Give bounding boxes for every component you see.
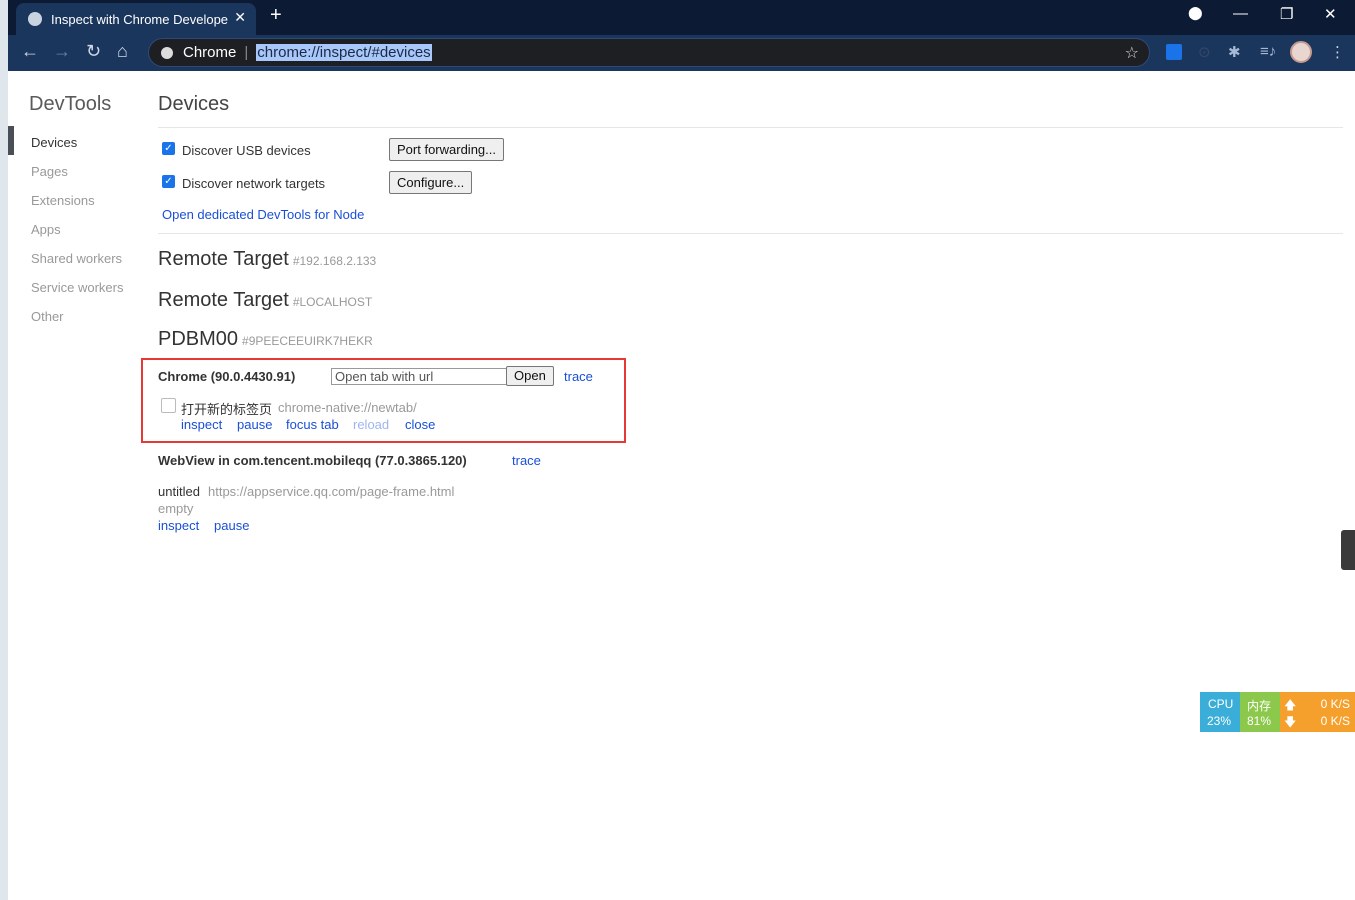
media-icon[interactable]: ≡♪ <box>1260 43 1276 60</box>
bookmark-star-icon[interactable]: ☆ <box>1125 43 1139 63</box>
sidebar-item-extensions[interactable]: Extensions <box>31 193 95 208</box>
side-handle[interactable] <box>1341 530 1355 570</box>
tab-inspect[interactable]: Inspect with Chrome Develope ✕ <box>16 3 256 35</box>
forward-icon[interactable]: → <box>53 41 71 62</box>
close-window-button[interactable]: ✕ <box>1324 5 1337 23</box>
network-checkbox[interactable]: ✓ <box>162 175 175 188</box>
url-text[interactable]: chrome://inspect/#devices <box>256 44 432 61</box>
usb-label: Discover USB devices <box>182 143 311 158</box>
reload-icon[interactable]: ↻ <box>86 41 101 62</box>
device-pdbm00: PDBM00 #9PEECEEUIRK7HEKR <box>158 328 373 350</box>
memory-meter: 内存 81% <box>1240 692 1280 732</box>
divider <box>158 127 1343 128</box>
reload-link[interactable]: reload <box>353 417 389 432</box>
node-devtools-link[interactable]: Open dedicated DevTools for Node <box>162 207 364 222</box>
system-monitor-widget[interactable]: CPU 23% 内存 81% 🡅 0 K/S 🡇 0 K/S <box>1200 692 1355 732</box>
pause-link[interactable]: pause <box>237 417 272 432</box>
sidebar-item-pages[interactable]: Pages <box>31 164 68 179</box>
download-icon: 🡇 <box>1284 715 1297 729</box>
chrome-icon <box>161 46 173 59</box>
sidebar-item-other[interactable]: Other <box>31 309 64 324</box>
tab-title: Inspect with Chrome Develope <box>51 11 229 27</box>
sidebar-title: DevTools <box>29 93 112 115</box>
network-meter: 🡅 0 K/S 🡇 0 K/S <box>1280 692 1355 732</box>
restore-button[interactable]: ❐ <box>1280 5 1293 23</box>
extension-disabled-icon[interactable]: ⊙ <box>1198 43 1211 61</box>
extension-icon[interactable] <box>1166 44 1182 60</box>
sidebar-item-devices[interactable]: Devices <box>31 135 77 150</box>
network-label: Discover network targets <box>182 176 326 191</box>
webview-inspect-link[interactable]: inspect <box>158 518 199 533</box>
avatar[interactable] <box>1290 41 1312 63</box>
tab-search-icon[interactable]: ⬤ <box>1188 5 1203 21</box>
tab-bar: Inspect with Chrome Develope ✕ + ⬤ — ❐ ✕ <box>8 0 1355 35</box>
configure-button[interactable]: Configure... <box>389 171 473 194</box>
home-icon[interactable]: ⌂ <box>117 41 128 62</box>
selection-indicator <box>8 126 14 155</box>
toolbar: ← → ↻ ⌂ Chrome | chrome://inspect/#devices… <box>8 35 1355 71</box>
browser-window: Inspect with Chrome Develope ✕ + ⬤ — ❐ ✕ … <box>8 0 1355 900</box>
remote-target: Remote Target #192.168.2.133 <box>158 248 377 270</box>
port-forwarding-button[interactable]: Port forwarding... <box>389 138 504 161</box>
open-tab-url-input[interactable]: Open tab with url <box>331 368 507 385</box>
focus-tab-link[interactable]: focus tab <box>286 417 339 432</box>
close-tab-icon[interactable]: ✕ <box>234 9 246 26</box>
page-title: Devices <box>158 93 230 115</box>
usb-checkbox[interactable]: ✓ <box>162 142 175 155</box>
divider <box>158 233 1343 234</box>
page-url: chrome-native://newtab/ <box>278 400 417 415</box>
trace-link[interactable]: trace <box>564 369 593 384</box>
minimize-button[interactable]: — <box>1233 5 1248 22</box>
sidebar-item-apps[interactable]: Apps <box>31 222 61 237</box>
inspect-link[interactable]: inspect <box>181 417 222 432</box>
webview-page-title: untitled <box>158 484 200 499</box>
cpu-meter: CPU 23% <box>1200 692 1240 732</box>
site-chip: Chrome <box>183 44 237 61</box>
globe-icon <box>28 12 42 26</box>
open-button[interactable]: Open <box>506 366 554 386</box>
puzzle-icon[interactable]: ✱ <box>1228 43 1241 61</box>
menu-icon[interactable]: ⋮ <box>1330 43 1345 61</box>
sidebar-item-shared-workers[interactable]: Shared workers <box>31 251 122 266</box>
webview-pause-link[interactable]: pause <box>214 518 249 533</box>
remote-target: Remote Target #LOCALHOST <box>158 289 373 311</box>
page-checkbox[interactable] <box>161 398 176 413</box>
sidebar-item-service-workers[interactable]: Service workers <box>31 280 123 295</box>
back-icon[interactable]: ← <box>21 41 39 62</box>
close-link[interactable]: close <box>405 417 435 432</box>
webview-page-url: https://appservice.qq.com/page-frame.htm… <box>208 484 455 499</box>
webview-title: WebView in com.tencent.mobileqq (77.0.38… <box>158 453 467 468</box>
chrome-browser-title: Chrome (90.0.4430.91) <box>158 369 296 384</box>
webview-trace-link[interactable]: trace <box>512 453 541 468</box>
omnibox[interactable]: Chrome | chrome://inspect/#devices ☆ <box>148 38 1150 67</box>
page-title: 打开新的标签页 <box>181 402 273 417</box>
webview-status: empty <box>158 501 194 516</box>
new-tab-button[interactable]: + <box>270 4 282 27</box>
